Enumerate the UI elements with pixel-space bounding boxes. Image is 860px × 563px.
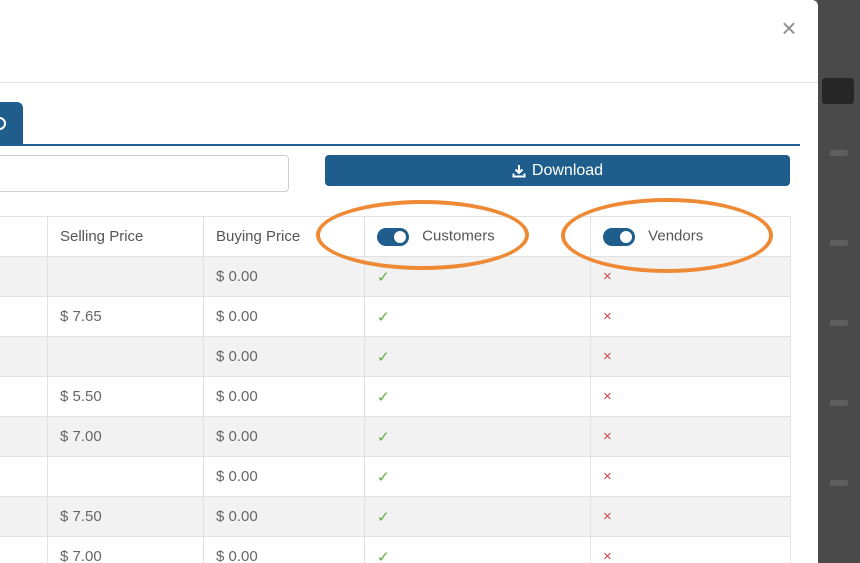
cell-selling-price [47, 336, 204, 377]
cell-vendors: × [590, 536, 791, 563]
cell-customers: ✓ [364, 456, 591, 497]
cell-buying-price: $ 0.00 [203, 376, 365, 417]
cell-customers: ✓ [364, 496, 591, 537]
cross-icon: × [603, 268, 612, 285]
cell-selling-price: $ 7.00 [47, 416, 204, 457]
settings-icon [0, 117, 6, 130]
cell-vendors: × [590, 416, 791, 457]
table-row[interactable]: $ 7.65 $ 0.00 ✓ × [0, 296, 791, 337]
cross-icon: × [603, 428, 612, 445]
backdrop-element [830, 150, 848, 156]
cell-hidden [0, 496, 48, 537]
cell-vendors: × [590, 296, 791, 337]
cross-icon: × [603, 388, 612, 405]
cell-customers: ✓ [364, 296, 591, 337]
close-icon[interactable]: × [778, 15, 800, 41]
check-icon: ✓ [377, 388, 390, 406]
cell-selling-price: $ 7.65 [47, 296, 204, 337]
cell-buying-price: $ 0.00 [203, 496, 365, 537]
cell-customers: ✓ [364, 336, 591, 377]
cell-vendors: × [590, 456, 791, 497]
table-row[interactable]: $ 7.50 $ 0.00 ✓ × [0, 496, 791, 537]
check-icon: ✓ [377, 268, 390, 286]
cell-selling-price: $ 7.00 [47, 536, 204, 563]
cell-buying-price: $ 0.00 [203, 416, 365, 457]
column-header-customers: Customers [364, 216, 591, 257]
table-body: $ 0.00 ✓ × $ 7.65 $ 0.00 ✓ × $ 0.00 ✓ × $ 5.50 $ 0.… [0, 256, 791, 563]
cross-icon: × [603, 548, 612, 563]
cell-vendors: × [590, 376, 791, 417]
customers-toggle[interactable] [377, 227, 409, 246]
tab-underline [0, 144, 800, 146]
check-icon: ✓ [377, 348, 390, 366]
cell-buying-price: $ 0.00 [203, 456, 365, 497]
cell-vendors: × [590, 256, 791, 297]
cell-selling-price: $ 5.50 [47, 376, 204, 417]
table-row[interactable]: $ 0.00 ✓ × [0, 456, 791, 497]
cell-hidden [0, 296, 48, 337]
cell-buying-price: $ 0.00 [203, 256, 365, 297]
column-header-selling-price[interactable]: Selling Price [47, 216, 204, 257]
backdrop-element [830, 320, 848, 326]
cell-vendors: × [590, 336, 791, 377]
cell-customers: ✓ [364, 536, 591, 563]
cell-buying-price: $ 0.00 [203, 336, 365, 377]
cell-buying-price: $ 0.00 [203, 536, 365, 563]
modal-header: × [0, 0, 818, 83]
cell-hidden [0, 336, 48, 377]
check-icon: ✓ [377, 548, 390, 563]
check-icon: ✓ [377, 308, 390, 326]
cell-selling-price: $ 7.50 [47, 496, 204, 537]
backdrop-element [830, 400, 848, 406]
table-row[interactable]: $ 0.00 ✓ × [0, 336, 791, 377]
cell-hidden [0, 416, 48, 457]
column-header-hidden [0, 216, 48, 257]
cell-selling-price [47, 456, 204, 497]
tab-active[interactable] [0, 102, 23, 145]
table-header-row: Selling Price Buying Price Customers Ven… [0, 216, 791, 257]
cell-hidden [0, 456, 48, 497]
table-row[interactable]: $ 7.00 $ 0.00 ✓ × [0, 416, 791, 457]
download-button[interactable]: Download [325, 155, 790, 186]
customers-label: Customers [422, 228, 495, 246]
cross-icon: × [603, 348, 612, 365]
cell-hidden [0, 536, 48, 563]
column-header-vendors: Vendors [590, 216, 791, 257]
column-header-buying-price[interactable]: Buying Price [203, 216, 365, 257]
products-table: Selling Price Buying Price Customers Ven… [0, 216, 791, 563]
download-icon [512, 164, 526, 177]
cross-icon: × [603, 468, 612, 485]
download-label: Download [531, 161, 604, 179]
table-row[interactable]: $ 7.00 $ 0.00 ✓ × [0, 536, 791, 563]
vendors-label: Vendors [648, 228, 704, 246]
cell-hidden [0, 256, 48, 297]
cell-customers: ✓ [364, 256, 591, 297]
vendors-toggle[interactable] [603, 227, 635, 246]
search-input[interactable] [0, 155, 289, 192]
table-row[interactable]: $ 0.00 ✓ × [0, 256, 791, 297]
backdrop-element [830, 480, 848, 486]
check-icon: ✓ [377, 468, 390, 486]
cross-icon: × [603, 508, 612, 525]
cell-customers: ✓ [364, 416, 591, 457]
backdrop-element [830, 240, 848, 246]
cell-selling-price [47, 256, 204, 297]
backdrop-element [822, 78, 854, 104]
cell-vendors: × [590, 496, 791, 537]
modal-dialog: × Download Selling Price Buying Price Cu… [0, 0, 818, 563]
check-icon: ✓ [377, 428, 390, 446]
table-row[interactable]: $ 5.50 $ 0.00 ✓ × [0, 376, 791, 417]
cross-icon: × [603, 308, 612, 325]
modal-backdrop [818, 0, 860, 563]
check-icon: ✓ [377, 508, 390, 526]
cell-hidden [0, 376, 48, 417]
cell-buying-price: $ 0.00 [203, 296, 365, 337]
cell-customers: ✓ [364, 376, 591, 417]
